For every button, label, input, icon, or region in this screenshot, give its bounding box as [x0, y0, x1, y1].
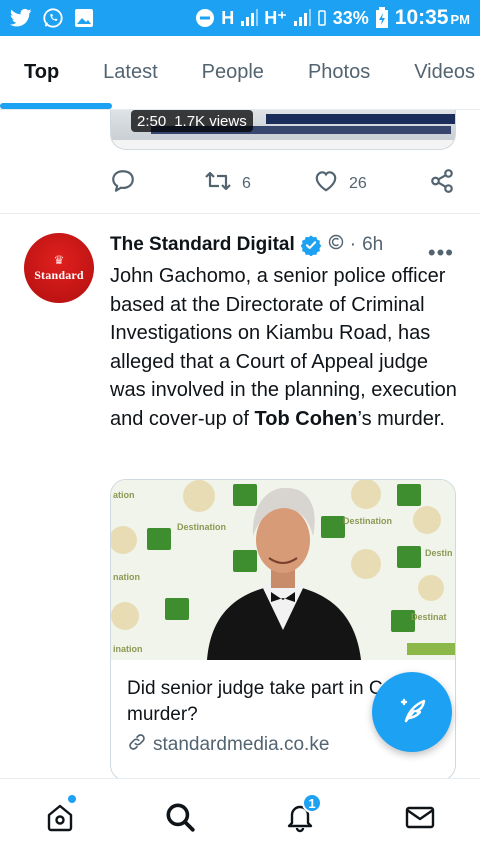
clock-time: 10:35 — [394, 6, 449, 29]
heart-icon — [313, 168, 339, 199]
tweet-text-part-1: John Gachomo, a senior police officer ba… — [110, 265, 457, 430]
link-icon — [127, 732, 147, 758]
tweet-meta: · 6h — [328, 234, 383, 256]
signal-icon — [240, 9, 259, 27]
search-tab[interactable] — [160, 799, 200, 839]
active-tab-indicator — [0, 103, 112, 109]
mail-icon — [404, 801, 436, 838]
whatsapp-icon — [42, 7, 64, 29]
retweet-icon — [204, 168, 232, 199]
network-type-1: H — [221, 7, 235, 28]
author-name[interactable]: The Standard Digital — [110, 234, 295, 256]
search-icon — [163, 800, 197, 839]
status-bar: H H⁺ 33% 10:35 PM — [0, 0, 480, 36]
card-domain: standardmedia.co.ke — [153, 734, 330, 755]
battery-charging-icon — [375, 7, 389, 29]
svg-text:Destination: Destination — [177, 522, 226, 532]
signal-icon-2 — [293, 9, 311, 27]
messages-tab[interactable] — [400, 799, 440, 839]
gallery-icon — [74, 8, 94, 28]
svg-text:nation: nation — [113, 572, 140, 582]
bottom-navigation: 1 — [0, 778, 480, 854]
battery-percent: 33% — [332, 7, 369, 28]
verified-badge-icon — [300, 234, 322, 256]
compose-tweet-button[interactable] — [372, 672, 452, 752]
network-type-2: H⁺ — [264, 7, 287, 28]
avatar[interactable]: ♛ Standard — [24, 233, 94, 303]
svg-text:Destinat: Destinat — [411, 612, 447, 622]
avatar-label: Standard — [34, 267, 84, 282]
handle-symbol-icon — [328, 234, 344, 256]
tweet-header: The Standard Digital · 6h — [110, 232, 460, 258]
clock-ampm: PM — [450, 12, 471, 27]
tab-videos[interactable]: Videos — [392, 36, 480, 109]
reply-button[interactable] — [110, 168, 136, 199]
svg-text:Destin: Destin — [425, 548, 453, 558]
home-icon — [44, 801, 76, 838]
retweet-button[interactable]: 6 — [204, 168, 251, 199]
previous-tweet-actions: 6 26 — [0, 164, 480, 200]
share-icon — [429, 168, 455, 199]
tweet-divider — [0, 213, 480, 214]
notifications-badge: 1 — [302, 793, 322, 813]
svg-text:ation: ation — [113, 490, 135, 500]
video-info-badge: 2:50 1.7K views — [131, 110, 253, 132]
search-tabs: Top Latest People Photos Videos — [0, 36, 480, 110]
retweet-count: 6 — [242, 174, 251, 192]
tweet-time: 6h — [362, 234, 384, 255]
dot-separator: · — [349, 234, 357, 255]
dnd-icon — [195, 8, 215, 28]
reply-icon — [110, 168, 136, 199]
home-tab[interactable] — [40, 799, 80, 839]
video-views: 1.7K views — [174, 112, 247, 130]
video-frame-banner — [266, 114, 455, 124]
home-new-dot — [68, 795, 76, 803]
share-button[interactable] — [429, 168, 455, 199]
like-button[interactable]: 26 — [313, 168, 367, 199]
like-count: 26 — [349, 174, 367, 192]
svg-text:ination: ination — [113, 644, 143, 654]
card-image: ation Destination Destination nation Des… — [111, 480, 455, 660]
crest-icon: ♛ — [53, 252, 65, 267]
twitter-icon — [10, 8, 32, 28]
video-duration: 2:50 — [137, 112, 167, 130]
svg-text:Destination: Destination — [343, 516, 392, 526]
previous-tweet-video[interactable]: 2:50 1.7K views — [110, 110, 456, 150]
tweet-text: John Gachomo, a senior police officer ba… — [110, 262, 460, 434]
tab-people[interactable]: People — [180, 36, 286, 109]
vibrate-icon — [317, 9, 327, 27]
tweet-text-part-2: ’s murder. — [357, 407, 445, 430]
tab-photos[interactable]: Photos — [286, 36, 392, 109]
tab-top[interactable]: Top — [0, 36, 81, 109]
compose-feather-icon — [394, 692, 430, 733]
tab-latest[interactable]: Latest — [81, 36, 179, 109]
tweet-text-bold[interactable]: Tob Cohen — [255, 408, 358, 430]
